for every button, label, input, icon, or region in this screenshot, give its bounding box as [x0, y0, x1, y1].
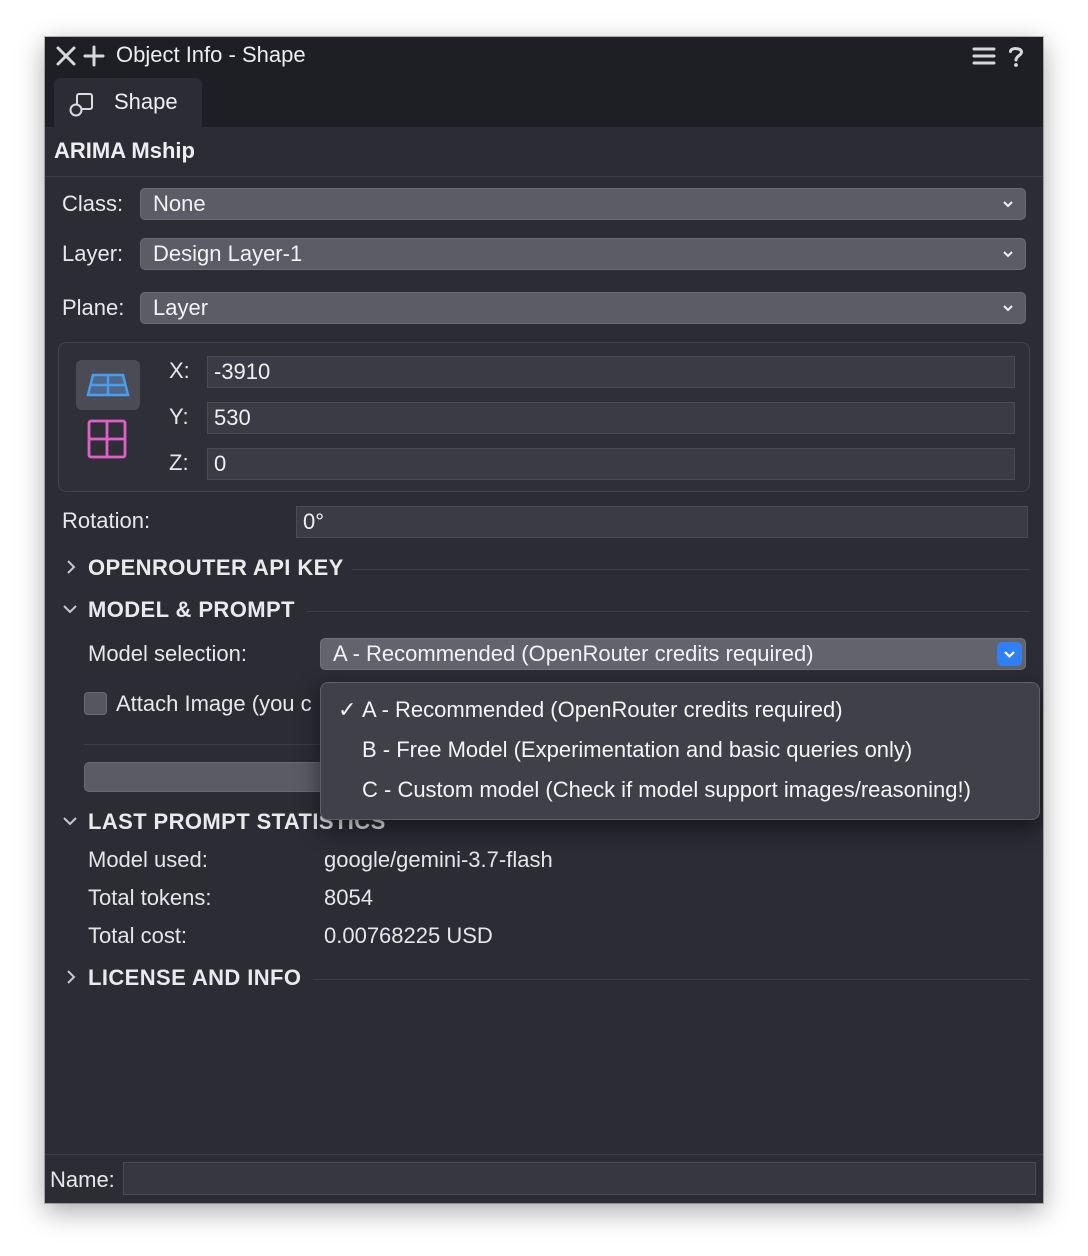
stat-total-tokens-label: Total tokens:	[88, 885, 212, 910]
chevron-down-icon[interactable]	[62, 601, 78, 617]
y-value: 530	[214, 405, 251, 430]
tab-shape[interactable]: Shape	[54, 78, 202, 128]
name-input[interactable]	[123, 1162, 1036, 1195]
add-icon[interactable]	[81, 43, 107, 69]
chevron-right-icon[interactable]	[63, 559, 79, 575]
title-bar: Object Info - Shape	[45, 37, 1043, 77]
menu-item-option-b[interactable]: B - Free Model (Experimentation and basi…	[321, 731, 1039, 771]
menu-item-option-c[interactable]: C - Custom model (Check if model support…	[321, 771, 1039, 811]
class-select[interactable]: None	[140, 188, 1026, 220]
rotation-value: 0°	[303, 509, 325, 534]
stat-total-cost-value: 0.00768225 USD	[324, 923, 493, 948]
window-title: Object Info - Shape	[116, 42, 306, 67]
plane-value: Layer	[153, 295, 209, 320]
menu-item-label: B - Free Model (Experimentation and basi…	[362, 737, 913, 762]
menu-icon[interactable]	[971, 43, 997, 69]
object-type-title: ARIMA Mship	[54, 138, 195, 163]
chevron-down-icon[interactable]	[62, 813, 78, 829]
rotation-label: Rotation:	[62, 508, 151, 533]
class-value: None	[153, 191, 206, 216]
rotation-field[interactable]: 0°	[296, 506, 1028, 538]
tab-bar: Shape	[45, 77, 1043, 128]
layer-plane-button[interactable]	[76, 360, 140, 410]
x-field[interactable]: -3910	[207, 356, 1015, 388]
chevron-down-icon	[1003, 201, 1013, 208]
tab-label: Shape	[114, 89, 178, 114]
stat-model-used-value: google/gemini-3.7-flash	[324, 847, 553, 872]
progress-bar	[84, 762, 324, 792]
stat-total-cost-label: Total cost:	[88, 923, 188, 948]
section-divider	[352, 569, 1030, 570]
divider	[45, 1154, 1043, 1155]
chevron-down-icon	[1003, 305, 1013, 312]
attach-image-label: Attach Image (you c	[116, 691, 312, 716]
y-field[interactable]: 530	[207, 402, 1015, 434]
divider	[84, 744, 324, 745]
section-license-and-info[interactable]: LICENSE AND INFO	[88, 965, 301, 991]
layer-select[interactable]: Design Layer-1	[140, 238, 1026, 270]
chevron-down-icon	[1003, 251, 1013, 258]
section-divider	[307, 611, 1030, 612]
chevron-down-icon	[1004, 651, 1015, 659]
name-label: Name:	[50, 1167, 115, 1192]
close-icon[interactable]	[53, 43, 79, 69]
x-value: -3910	[214, 359, 271, 384]
model-selection-value: A - Recommended (OpenRouter credits requ…	[333, 641, 814, 666]
layer-plane-icon	[86, 373, 130, 397]
dropdown-arrow-button[interactable]	[997, 642, 1022, 666]
model-selection-label: Model selection:	[88, 641, 247, 666]
checkmark-icon: ✓	[338, 697, 357, 722]
stat-total-tokens-value: 8054	[324, 885, 373, 910]
coordinates-group: X: -3910 Y: 530 Z: 0	[58, 342, 1030, 492]
stat-model-used-label: Model used:	[88, 847, 208, 872]
section-openrouter-api-key[interactable]: OPENROUTER API KEY	[88, 555, 344, 581]
shape-icon	[69, 93, 93, 117]
z-value: 0	[214, 451, 227, 476]
layer-label: Layer:	[62, 241, 124, 266]
section-model-prompt[interactable]: MODEL & PROMPT	[88, 597, 295, 623]
section-divider	[313, 979, 1030, 980]
x-label: X:	[169, 358, 190, 383]
class-label: Class:	[62, 191, 124, 216]
model-selection-dropdown[interactable]: A - Recommended (OpenRouter credits requ…	[320, 638, 1026, 670]
plane-label: Plane:	[62, 295, 125, 320]
divider	[45, 176, 1043, 177]
menu-item-label: A - Recommended (OpenRouter credits requ…	[362, 697, 843, 722]
chevron-right-icon[interactable]	[63, 969, 79, 985]
z-label: Z:	[169, 450, 189, 475]
model-selection-menu: ✓ A - Recommended (OpenRouter credits re…	[320, 682, 1040, 820]
menu-item-option-a[interactable]: ✓ A - Recommended (OpenRouter credits re…	[321, 691, 1039, 731]
object-info-palette: Object Info - Shape Shape ARIMA Mship Cl…	[45, 37, 1043, 1203]
layer-value: Design Layer-1	[153, 241, 303, 266]
menu-item-label: C - Custom model (Check if model support…	[362, 777, 971, 802]
plane-select[interactable]: Layer	[140, 292, 1026, 324]
screen-plane-icon[interactable]	[86, 418, 128, 460]
z-field[interactable]: 0	[207, 448, 1015, 480]
y-label: Y:	[169, 404, 189, 429]
attach-image-checkbox[interactable]	[84, 692, 107, 715]
help-icon[interactable]	[1003, 43, 1029, 69]
